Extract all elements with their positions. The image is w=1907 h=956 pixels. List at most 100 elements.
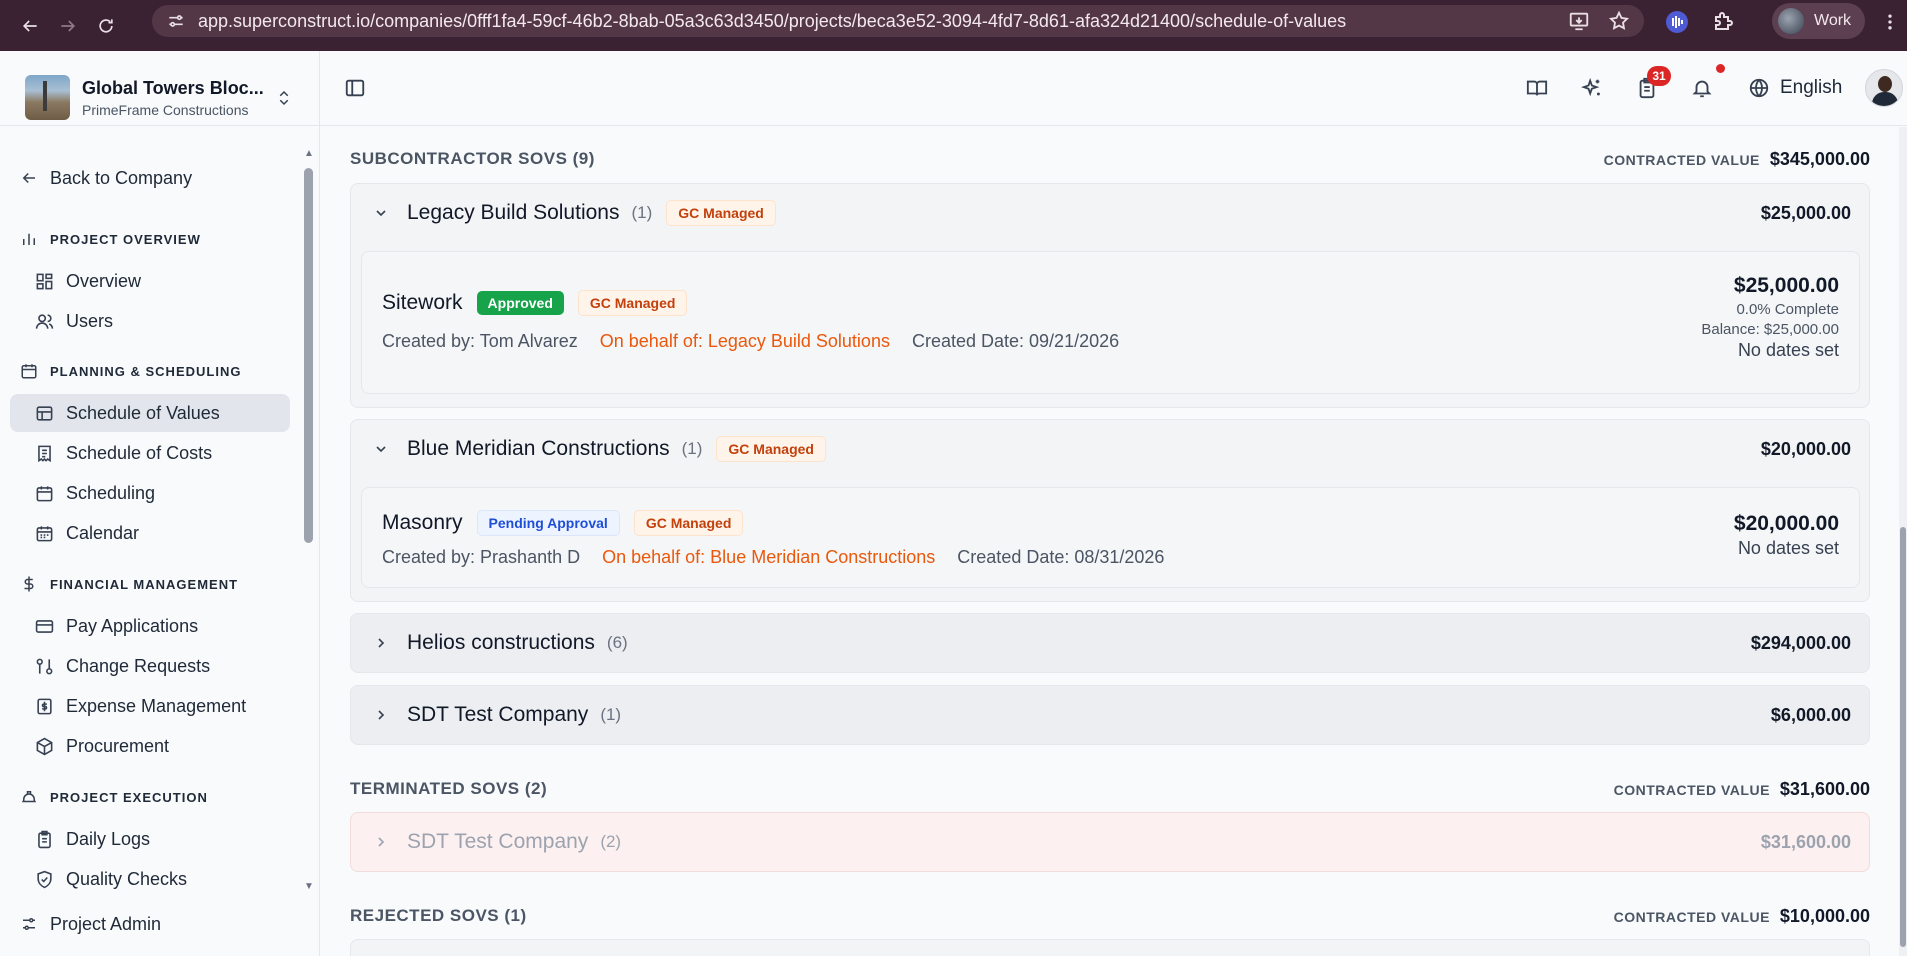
main-scrollbar[interactable] — [1899, 127, 1907, 956]
sidebar-toggle-icon[interactable] — [344, 77, 366, 99]
scrollbar-thumb[interactable] — [1900, 527, 1906, 947]
project-admin-link[interactable]: Project Admin — [20, 909, 161, 939]
group-header[interactable]: Helios constructions (6) $294,000.00 — [351, 614, 1869, 672]
browser-menu-icon[interactable] — [1880, 12, 1900, 32]
dollar-receipt-icon — [37, 698, 52, 714]
sidebar-item-procurement[interactable]: Procurement — [10, 727, 290, 765]
bell-icon[interactable] — [1691, 77, 1713, 99]
back-to-company-link[interactable]: Back to Company — [20, 163, 192, 193]
language-selector[interactable]: English — [1748, 77, 1842, 99]
sidebar-item-label: Overview — [66, 270, 142, 291]
chevron-right-icon[interactable] — [373, 635, 389, 651]
contracted-value-label: CONTRACTED VALUE — [1613, 782, 1770, 798]
sov-group-legacy-build: Legacy Build Solutions (1) GC Managed $2… — [350, 183, 1870, 408]
status-badge: Pending Approval — [476, 510, 620, 536]
group-header[interactable]: Blue Meridian Constructions (1) GC Manag… — [351, 420, 1869, 478]
dollar-icon — [24, 576, 34, 592]
scrollbar-thumb[interactable] — [304, 168, 313, 543]
arrow-left-icon — [22, 172, 35, 184]
sidebar-item-daily-logs[interactable]: Daily Logs — [10, 820, 290, 858]
section-planning: PLANNING & SCHEDULING — [20, 361, 241, 381]
audio-extension-icon[interactable] — [1665, 10, 1689, 34]
sidebar-item-pay-applications[interactable]: Pay Applications — [10, 607, 290, 645]
sidebar-item-expense-management[interactable]: Expense Management — [10, 687, 290, 725]
extensions-puzzle-icon[interactable] — [1711, 10, 1735, 34]
sparkles-icon[interactable] — [1581, 77, 1603, 99]
scroll-down-icon[interactable]: ▼ — [302, 881, 316, 893]
sidebar-scrollbar[interactable]: ▲ ▼ — [302, 148, 316, 893]
chevron-down-icon[interactable] — [373, 441, 389, 457]
book-open-icon[interactable] — [1526, 77, 1548, 99]
group-header[interactable]: SDT Test Company (2) $31,600.00 — [351, 813, 1869, 871]
sov-group-blue-meridian: Blue Meridian Constructions (1) GC Manag… — [350, 419, 1870, 602]
sov-group-terminated-sdt-test[interactable]: SDT Test Company (2) $31,600.00 — [350, 812, 1870, 872]
terminated-contracted-value: CONTRACTED VALUE $31,600.00 — [1614, 779, 1870, 800]
language-label: English — [1780, 77, 1843, 98]
profile-label: Work — [1814, 12, 1852, 29]
section-title: FINANCIAL MANAGEMENT — [50, 576, 239, 592]
sov-card-masonry[interactable]: Masonry Pending Approval GC Managed Crea… — [361, 487, 1860, 588]
group-header[interactable]: Legacy Build Solutions (1) GC Managed $2… — [351, 184, 1869, 242]
install-app-icon[interactable] — [1568, 10, 1590, 32]
subcontractor-sovs-title: SUBCONTRACTOR SOVS (9) — [350, 149, 595, 168]
url-text[interactable]: app.superconstruct.io/companies/0fff1fa4… — [198, 11, 1498, 32]
sov-group-helios[interactable]: Helios constructions (6) $294,000.00 — [350, 613, 1870, 673]
sov-group-rejected[interactable] — [350, 939, 1870, 956]
table-icon — [36, 405, 53, 421]
project-switcher[interactable]: Global Towers Bloc... PrimeFrame Constru… — [0, 51, 320, 126]
sidebar-item-schedule-of-values[interactable]: Schedule of Values — [10, 394, 290, 432]
bar-chart-icon — [23, 233, 35, 245]
group-header[interactable]: SDT Test Company (1) $6,000.00 — [351, 686, 1869, 744]
group-total: $25,000.00 — [1760, 203, 1851, 223]
sidebar-item-schedule-of-costs[interactable]: Schedule of Costs — [10, 434, 290, 472]
browser-toolbar: app.superconstruct.io/companies/0fff1fa4… — [0, 0, 1907, 51]
sov-summary: $25,000.00 0.0% Complete Balance: $25,00… — [1701, 274, 1839, 361]
sov-meta: Created by: Tom Alvarez On behalf of: Le… — [382, 331, 1119, 352]
sidebar-item-overview[interactable]: Overview — [10, 262, 290, 300]
section-project-overview: PROJECT OVERVIEW — [20, 229, 201, 249]
calendar-icon — [21, 364, 37, 379]
site-settings-icon[interactable] — [166, 11, 186, 31]
sov-group-sdt-test[interactable]: SDT Test Company (1) $6,000.00 — [350, 685, 1870, 745]
group-count: (1) — [681, 439, 703, 458]
created-by: Created by: Tom Alvarez — [382, 331, 578, 351]
reload-icon[interactable] — [92, 12, 120, 40]
chevron-down-icon[interactable] — [373, 205, 389, 221]
contracted-value-label: CONTRACTED VALUE — [1613, 909, 1770, 925]
gc-managed-badge: GC Managed — [633, 510, 744, 536]
address-bar[interactable]: app.superconstruct.io/companies/0fff1fa4… — [152, 5, 1644, 37]
chevron-up-down-icon[interactable] — [275, 87, 293, 109]
sidebar-item-users[interactable]: Users — [10, 302, 290, 340]
sidebar-item-change-requests[interactable]: Change Requests — [10, 647, 290, 685]
dates-status: No dates set — [1737, 340, 1839, 360]
section-title: PROJECT EXECUTION — [50, 789, 208, 805]
profile-button[interactable]: Work — [1772, 3, 1865, 39]
globe-icon — [1749, 78, 1769, 98]
group-name: SDT Test Company — [407, 703, 589, 726]
sidebar-item-label: Expense Management — [66, 695, 247, 716]
package-icon — [36, 737, 53, 755]
user-avatar[interactable] — [1865, 69, 1903, 107]
calendar-days-icon — [36, 525, 53, 541]
status-badge: Approved — [476, 291, 564, 315]
group-count: (1) — [600, 705, 622, 724]
forward-arrow-icon[interactable] — [54, 12, 82, 40]
contracted-value-amount: $345,000.00 — [1769, 149, 1870, 169]
sidebar-item-scheduling[interactable]: Scheduling — [10, 474, 290, 512]
chevron-right-icon[interactable] — [373, 707, 389, 723]
sidebar-item-label: Schedule of Values — [66, 402, 220, 423]
grid-icon — [36, 273, 53, 289]
bookmark-star-icon[interactable] — [1608, 10, 1630, 32]
sidebar-item-quality-checks[interactable]: Quality Checks — [10, 860, 290, 898]
receipt-icon — [38, 445, 51, 462]
group-total: $31,600.00 — [1760, 832, 1851, 852]
profile-avatar — [1778, 8, 1804, 34]
sov-card-sitework[interactable]: Sitework Approved GC Managed Created by:… — [361, 251, 1860, 394]
sidebar-item-calendar[interactable]: Calendar — [10, 514, 290, 552]
calendar-icon — [36, 485, 53, 501]
group-count: (1) — [631, 203, 653, 222]
project-thumbnail — [25, 75, 70, 120]
scroll-up-icon[interactable]: ▲ — [302, 148, 316, 160]
back-arrow-icon[interactable] — [16, 12, 44, 40]
chevron-right-icon[interactable] — [373, 834, 389, 850]
